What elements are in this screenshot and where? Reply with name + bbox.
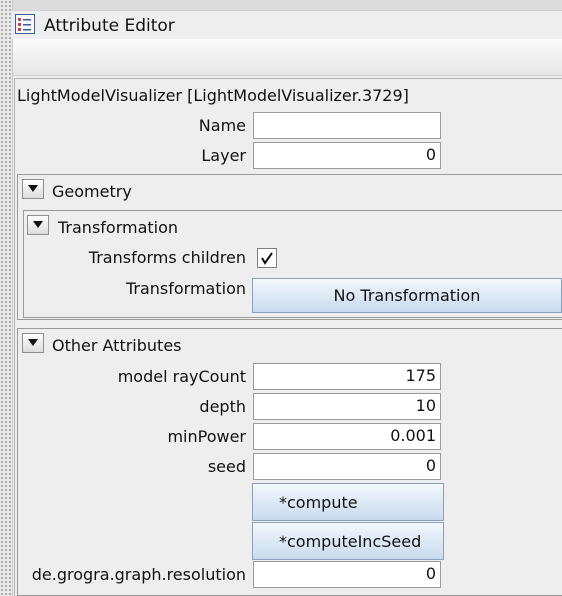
object-title: LightModelVisualizer [LightModelVisualiz… — [17, 86, 409, 105]
other-attributes-title: Other Attributes — [52, 336, 182, 355]
window-top-edge — [0, 0, 562, 11]
panel-resize-grip[interactable] — [0, 0, 13, 596]
transformation-title: Transformation — [58, 218, 179, 237]
transforms-children-label: Transforms children — [88, 248, 246, 267]
seed-field[interactable]: 0 — [253, 453, 441, 480]
no-transformation-button[interactable]: No Transformation — [252, 278, 562, 313]
name-label: Name — [198, 116, 246, 135]
name-field[interactable] — [253, 112, 441, 139]
transforms-children-checkbox[interactable] — [257, 248, 277, 268]
ray-count-label: model rayCount — [117, 367, 246, 386]
attribute-editor-icon — [15, 14, 35, 34]
toolbar — [13, 39, 562, 76]
resolution-field[interactable]: 0 — [253, 561, 441, 588]
geometry-collapse-toggle[interactable] — [22, 179, 44, 199]
depth-label: depth — [199, 397, 246, 416]
transformation-collapse-toggle[interactable] — [27, 215, 49, 235]
layer-field[interactable]: 0 — [253, 142, 441, 169]
window-title: Attribute Editor — [44, 16, 175, 36]
compute-inc-seed-button[interactable]: *computeIncSeed — [252, 522, 444, 560]
triangle-down-icon — [33, 221, 43, 228]
min-power-field[interactable]: 0.001 — [253, 423, 441, 450]
triangle-down-icon — [28, 185, 38, 192]
resolution-label: de.grogra.graph.resolution — [31, 565, 246, 584]
geometry-title: Geometry — [52, 182, 132, 201]
layer-label: Layer — [201, 146, 246, 165]
min-power-label: minPower — [167, 427, 246, 446]
checkmark-icon — [261, 252, 273, 265]
compute-button[interactable]: *compute — [252, 483, 444, 521]
ray-count-field[interactable]: 175 — [253, 363, 441, 390]
other-attributes-collapse-toggle[interactable] — [22, 333, 44, 353]
triangle-down-icon — [28, 339, 38, 346]
seed-label: seed — [207, 457, 246, 476]
depth-field[interactable]: 10 — [253, 393, 441, 420]
transformation-label: Transformation — [125, 279, 246, 298]
